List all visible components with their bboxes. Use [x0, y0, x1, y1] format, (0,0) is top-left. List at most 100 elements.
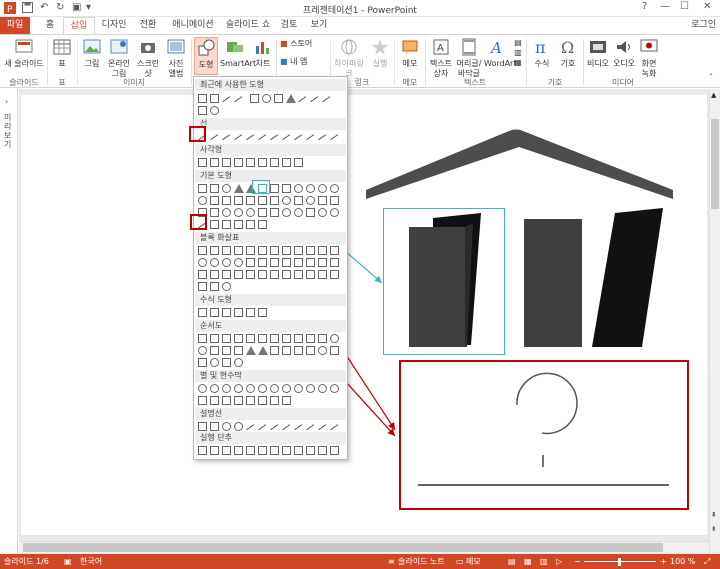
prev-slide-icon[interactable]: ⇞	[711, 511, 717, 519]
tab-review[interactable]: 검토	[278, 17, 300, 34]
notes-button[interactable]: 슬라이드 노트	[398, 554, 445, 569]
shape-row-stars-1[interactable]	[198, 384, 344, 394]
film-icon	[590, 41, 606, 53]
shape-row-arrows-2[interactable]	[198, 258, 344, 268]
screen-recording-button[interactable]: 화면 녹화	[638, 37, 660, 79]
smartart-button[interactable]: SmartArt	[220, 37, 256, 69]
login-link[interactable]: 로그인	[691, 17, 716, 33]
next-slide-icon[interactable]: ⇟	[711, 525, 717, 533]
shape-row-flowchart-2[interactable]	[198, 346, 344, 356]
tab-file[interactable]: 파일	[0, 17, 30, 34]
spellcheck-icon[interactable]: ▣	[64, 554, 72, 569]
header-footer-button[interactable]: 머리글/ 바닥글	[456, 37, 482, 79]
shape-row-flowchart-1[interactable]	[198, 334, 344, 344]
horizontal-scroll-thumb[interactable]	[23, 543, 663, 552]
reading-view-icon[interactable]: ▥	[540, 554, 548, 569]
tab-home[interactable]: 홈	[40, 17, 60, 34]
group-comments-label: 메모	[402, 78, 418, 87]
vertical-scrollbar[interactable]: ▲ ⇞ ⇟	[709, 89, 720, 554]
symbol-button[interactable]: Ω 기호	[556, 37, 580, 69]
new-slide-label: 새 슬라이드	[4, 59, 44, 68]
symbol-label: 기호	[560, 59, 576, 68]
gray-panel-middle	[524, 219, 582, 347]
chart-button[interactable]: 차트	[252, 37, 274, 69]
shape-row-basic-3[interactable]	[198, 208, 344, 218]
screenshot-button[interactable]: 스크린샷	[134, 37, 162, 79]
comments-icon: ▭	[456, 557, 464, 566]
close-button[interactable]: ✕	[703, 1, 711, 12]
thumbnail-pane[interactable]: › 미리보기	[0, 89, 18, 554]
store-button[interactable]: ■ 스토어	[280, 39, 328, 49]
online-picture-icon	[110, 39, 128, 54]
slideshow-view-icon[interactable]: ▷	[556, 554, 562, 569]
shape-row-basic-2[interactable]	[198, 196, 344, 206]
text-extra-icon[interactable]: ▤ ▥ ▦	[513, 38, 523, 68]
hyperlink-button[interactable]: 하이퍼링크	[332, 37, 366, 79]
photo-album-button[interactable]: 사진 앨범	[164, 37, 188, 79]
my-apps-icon: ■	[280, 57, 288, 66]
my-apps-label: 내 앱	[290, 57, 308, 66]
zoom-out-icon[interactable]: −	[574, 554, 581, 569]
shape-row-flowchart-3[interactable]	[198, 358, 344, 368]
ribbon-divider	[77, 39, 78, 85]
shape-row-recent-2[interactable]	[198, 106, 344, 116]
shapes-button[interactable]: 도형	[194, 37, 218, 75]
tab-slideshow[interactable]: 슬라이드 쇼	[224, 17, 272, 34]
zoom-slider-thumb[interactable]	[618, 558, 621, 566]
vertical-scroll-thumb[interactable]	[711, 119, 719, 209]
table-button[interactable]: 표	[50, 37, 74, 69]
slide-sorter-icon[interactable]: ▦	[524, 554, 532, 569]
shape-row-action-buttons[interactable]	[198, 446, 344, 456]
zoom-in-icon[interactable]: +	[660, 554, 667, 569]
shape-row-lines[interactable]	[198, 132, 344, 147]
video-button[interactable]: 비디오	[586, 37, 610, 69]
shape-row-arrows-1[interactable]	[198, 246, 344, 256]
collapse-ribbon-icon[interactable]: ˆ	[706, 73, 716, 83]
shape-row-arrows-3[interactable]	[198, 270, 344, 280]
svg-text:Ω: Ω	[561, 38, 574, 57]
shape-row-rectangles[interactable]	[198, 158, 344, 168]
comments-button[interactable]: 메모	[466, 554, 481, 569]
minimize-button[interactable]: —	[660, 1, 670, 12]
expand-pane-icon[interactable]: ›	[5, 97, 8, 106]
equation-button[interactable]: π 수식	[530, 37, 554, 69]
store-icon: ■	[280, 39, 288, 48]
wordart-label: WordArt	[484, 59, 517, 68]
tab-animations[interactable]: 애니메이션	[168, 17, 218, 34]
audio-button[interactable]: 오디오	[612, 37, 636, 69]
horizontal-scrollbar[interactable]	[19, 541, 709, 553]
zoom-level[interactable]: 100 %	[670, 554, 695, 569]
tab-transitions[interactable]: 전환	[135, 17, 161, 34]
shapes-dropdown[interactable]: 최근에 사용한 도형 선 사각형 기본 도형 블록 화살표 수식 도형 순서도	[193, 76, 348, 460]
help-button[interactable]: ?	[642, 1, 647, 12]
tab-insert[interactable]: 삽입	[63, 17, 95, 35]
wordart-button[interactable]: A WordArt	[484, 37, 516, 69]
photo-album-label: 사진 앨범	[168, 59, 184, 78]
slide-canvas[interactable]	[21, 95, 707, 535]
shape-row-basic-1[interactable]	[198, 184, 344, 194]
new-slide-button[interactable]: 새 슬라이드	[4, 37, 44, 69]
cyan-highlight-parallelogram-shape	[252, 180, 270, 194]
window-title: 프레젠테이션1 - PowerPoint	[303, 6, 417, 16]
maximize-button[interactable]: ☐	[680, 1, 689, 12]
action-button[interactable]: 실행	[368, 37, 392, 69]
ribbon-divider	[526, 39, 527, 85]
normal-view-icon[interactable]: ▤	[508, 554, 516, 569]
online-picture-button[interactable]: 온라인 그림	[106, 37, 132, 79]
chart-icon	[256, 42, 269, 54]
fit-slide-icon[interactable]: ⤢	[704, 554, 710, 569]
shape-row-recent-1[interactable]	[198, 94, 344, 109]
shape-row-basic-4[interactable]	[198, 220, 344, 235]
shape-row-equation[interactable]	[198, 308, 344, 318]
textbox-button[interactable]: A 텍스트 상자	[428, 37, 454, 79]
tab-design[interactable]: 디자인	[98, 17, 130, 34]
comment-button[interactable]: 메모	[398, 37, 422, 69]
scroll-up-icon[interactable]: ▲	[711, 91, 716, 99]
shape-row-callouts-1[interactable]	[198, 422, 344, 437]
group-media-label: 미디어	[611, 78, 635, 87]
tab-view[interactable]: 보기	[308, 17, 330, 34]
shape-row-arrows-4[interactable]	[198, 282, 344, 292]
my-apps-button[interactable]: ■ 내 앱	[280, 57, 328, 67]
picture-button[interactable]: 그림	[80, 37, 104, 69]
shape-row-stars-2[interactable]	[198, 396, 344, 406]
